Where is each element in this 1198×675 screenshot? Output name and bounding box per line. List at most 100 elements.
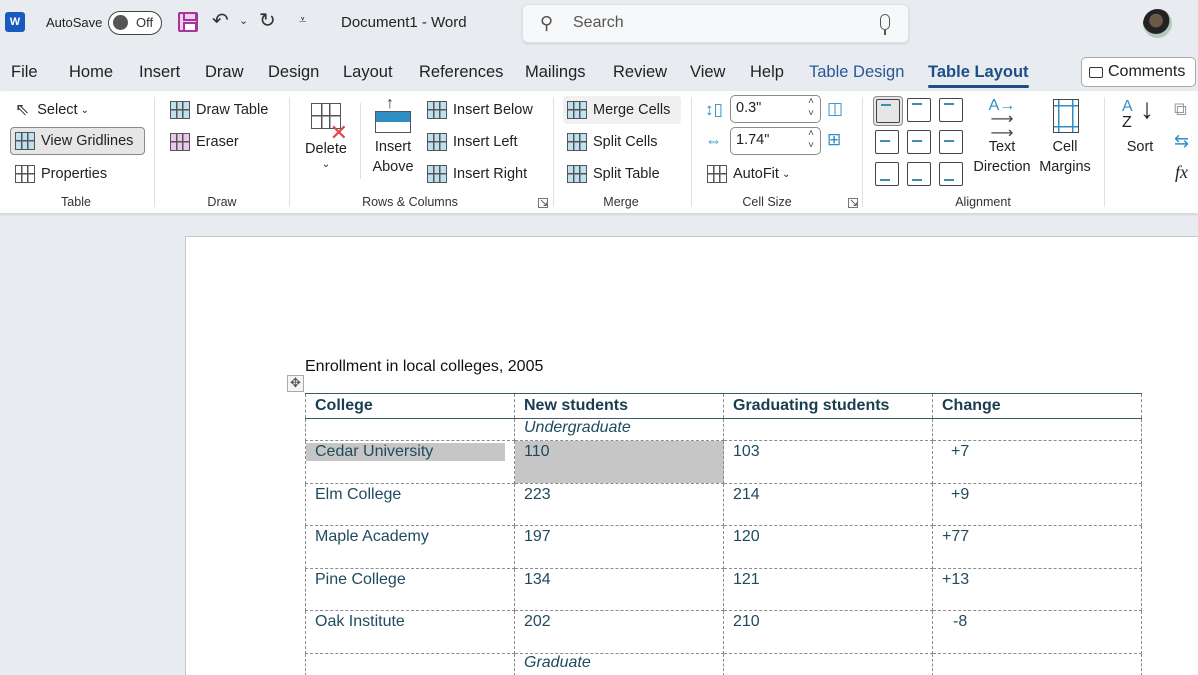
- column-width-input[interactable]: 1.74" ˄ ˅: [730, 127, 821, 155]
- tab-insert[interactable]: Insert: [139, 63, 180, 82]
- section-label[interactable]: Graduate: [514, 652, 724, 675]
- convert-to-text-icon[interactable]: ⇆: [1174, 131, 1189, 152]
- table-cell[interactable]: [932, 418, 1142, 441]
- tab-design[interactable]: Design: [268, 63, 319, 82]
- insert-left-button[interactable]: Insert Left: [423, 128, 521, 156]
- distribute-columns-icon[interactable]: ⊞: [827, 130, 841, 150]
- table-cell[interactable]: [305, 652, 515, 675]
- tab-layout[interactable]: Layout: [343, 63, 393, 82]
- insert-right-button[interactable]: Insert Right: [423, 160, 531, 188]
- tab-help[interactable]: Help: [750, 63, 784, 82]
- table-cell[interactable]: [932, 652, 1142, 675]
- table-cell-college[interactable]: Maple Academy: [305, 525, 515, 569]
- insert-above-button[interactable]: ↑ Insert Above: [369, 95, 417, 177]
- formula-icon[interactable]: fx: [1175, 162, 1188, 183]
- tab-table-layout[interactable]: Table Layout: [928, 63, 1029, 88]
- text-direction-button[interactable]: A→ ⟶ ⟶ Text Direction: [970, 98, 1034, 177]
- comments-button[interactable]: Comments: [1081, 57, 1196, 87]
- tab-review[interactable]: Review: [613, 63, 667, 82]
- table-cell-college[interactable]: Pine College: [305, 567, 515, 611]
- table-cell-graduating[interactable]: 121: [723, 567, 933, 611]
- table-cell-graduating[interactable]: 214: [723, 482, 933, 526]
- group-separator: [553, 97, 554, 207]
- table-cell-new[interactable]: 197: [514, 525, 724, 569]
- tab-file[interactable]: File: [11, 63, 38, 82]
- header-cell-new-students[interactable]: New students: [514, 393, 724, 419]
- dialog-launcher-icon[interactable]: ↘: [538, 198, 548, 209]
- eraser-button[interactable]: Eraser: [166, 128, 243, 156]
- draw-table-label: Draw Table: [196, 102, 269, 118]
- table-caption[interactable]: Enrollment in local colleges, 2005: [305, 358, 543, 376]
- cell-margins-button[interactable]: Cell Margins: [1036, 99, 1094, 177]
- select-button[interactable]: ⇖ Select ⌄: [11, 96, 93, 124]
- autofit-button[interactable]: AutoFit ⌄: [703, 160, 794, 188]
- align-bottom-right-button[interactable]: [937, 160, 967, 190]
- tab-view[interactable]: View: [690, 63, 725, 82]
- dialog-launcher-icon[interactable]: ↘: [848, 198, 858, 209]
- table-cell-college[interactable]: Elm College: [305, 482, 515, 526]
- align-bottom-left-button[interactable]: [873, 160, 903, 190]
- align-center-button[interactable]: [905, 128, 935, 158]
- tab-draw[interactable]: Draw: [205, 63, 244, 82]
- table-cell-college[interactable]: Cedar University: [305, 440, 515, 484]
- align-bottom-center-button[interactable]: [905, 160, 935, 190]
- align-center-right-button[interactable]: [937, 128, 967, 158]
- header-cell-change[interactable]: Change: [932, 393, 1142, 419]
- table-cell-new[interactable]: 223: [514, 482, 724, 526]
- table-row: Elm College 223 214 +9: [305, 482, 1142, 526]
- section-label[interactable]: Undergraduate: [514, 418, 724, 441]
- align-top-left-button[interactable]: [873, 96, 903, 126]
- properties-button[interactable]: Properties: [11, 160, 111, 188]
- spinner-arrows-icon[interactable]: ˄ ˅: [808, 96, 814, 120]
- table-cell-change[interactable]: -8: [932, 610, 1142, 654]
- distribute-rows-icon[interactable]: ◫: [827, 99, 843, 119]
- table-cell-graduating[interactable]: 103: [723, 440, 933, 484]
- align-top-right-button[interactable]: [937, 96, 967, 126]
- table-cell[interactable]: [723, 652, 933, 675]
- table-cell[interactable]: [305, 418, 515, 441]
- table-cell-graduating[interactable]: 210: [723, 610, 933, 654]
- redo-icon[interactable]: ↻: [259, 8, 276, 33]
- sort-button[interactable]: A Z ↓ Sort: [1117, 95, 1163, 157]
- draw-table-button[interactable]: Draw Table: [166, 96, 272, 124]
- table-cell-change[interactable]: +7: [932, 440, 1142, 484]
- tab-table-design[interactable]: Table Design: [809, 63, 904, 82]
- undo-dropdown-chevron-icon[interactable]: ⌄: [239, 14, 248, 27]
- save-icon[interactable]: [178, 12, 198, 32]
- search-box[interactable]: ⚲ Search: [522, 4, 909, 43]
- table-cell-new[interactable]: 110: [514, 440, 724, 484]
- header-cell-college[interactable]: College: [305, 393, 515, 419]
- tab-home[interactable]: Home: [69, 63, 113, 82]
- merge-cells-label: Merge Cells: [593, 102, 671, 118]
- table-cell[interactable]: [723, 418, 933, 441]
- delete-button[interactable]: ✕ Delete ⌄: [302, 101, 350, 171]
- merge-cells-button[interactable]: Merge Cells: [563, 96, 681, 124]
- table-cell-new[interactable]: 134: [514, 567, 724, 611]
- table-cell-change[interactable]: +13: [932, 567, 1142, 611]
- spinner-arrows-icon[interactable]: ˄ ˅: [808, 128, 814, 152]
- split-table-button[interactable]: Split Table: [563, 160, 664, 188]
- enrollment-table[interactable]: College New students Graduating students…: [305, 393, 1142, 675]
- insert-below-button[interactable]: Insert Below: [423, 96, 537, 124]
- table-cell-change[interactable]: +77: [932, 525, 1142, 569]
- split-cells-button[interactable]: Split Cells: [563, 128, 661, 156]
- autosave-toggle[interactable]: Off: [108, 11, 162, 35]
- align-top-center-button[interactable]: [905, 96, 935, 126]
- table-cell-new[interactable]: 202: [514, 610, 724, 654]
- table-cell-change[interactable]: +9: [932, 482, 1142, 526]
- ribbon-tabs: File Home Insert Draw Design Layout Refe…: [0, 56, 1198, 91]
- undo-icon[interactable]: ↶: [212, 8, 229, 33]
- repeat-header-rows-icon[interactable]: ⧉: [1174, 99, 1187, 120]
- table-cell-college[interactable]: Oak Institute: [305, 610, 515, 654]
- microphone-icon[interactable]: [880, 14, 890, 35]
- row-height-input[interactable]: 0.3" ˄ ˅: [730, 95, 821, 123]
- tab-mailings[interactable]: Mailings: [525, 63, 586, 82]
- customize-qat-icon[interactable]: ⩡: [299, 12, 306, 28]
- tab-references[interactable]: References: [419, 63, 503, 82]
- view-gridlines-button[interactable]: View Gridlines: [10, 127, 145, 155]
- align-center-left-button[interactable]: [873, 128, 903, 158]
- header-cell-graduating-students[interactable]: Graduating students: [723, 393, 933, 419]
- table-move-handle-icon[interactable]: ✥: [287, 375, 304, 392]
- avatar[interactable]: [1143, 9, 1172, 38]
- table-cell-graduating[interactable]: 120: [723, 525, 933, 569]
